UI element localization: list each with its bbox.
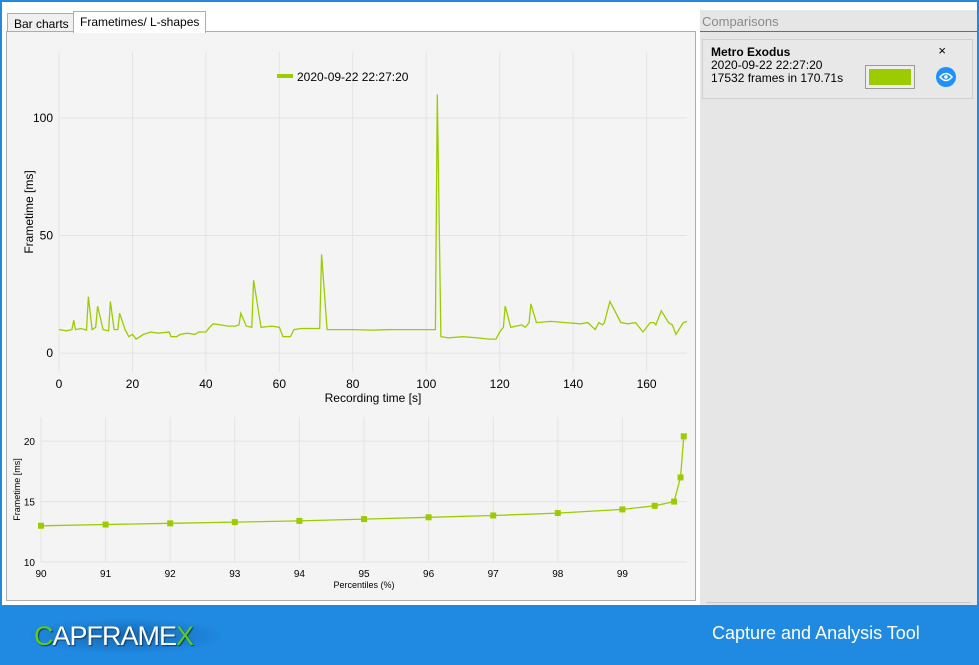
- x-tick-label: 140: [563, 377, 583, 391]
- eye-icon[interactable]: [936, 67, 956, 87]
- x-tick-label: 93: [229, 569, 241, 580]
- data-point: [619, 506, 626, 513]
- y-axis-label: Frametime [ms]: [12, 458, 22, 521]
- x-tick-label: 97: [488, 569, 500, 580]
- x-tick-label: 0: [56, 377, 63, 391]
- data-point: [425, 514, 432, 521]
- data-point: [167, 520, 174, 527]
- data-point: [554, 510, 561, 517]
- x-tick-label: 160: [637, 377, 657, 391]
- data-point: [651, 502, 658, 509]
- y-tick-label: 10: [24, 558, 36, 569]
- data-point: [296, 517, 303, 524]
- data-point: [671, 498, 678, 505]
- data-point: [361, 516, 367, 523]
- data-point: [490, 512, 497, 519]
- plot-area: [59, 52, 687, 372]
- legend-label: 2020-09-22 22:27:20: [297, 70, 409, 84]
- x-axis-label: Recording time [s]: [325, 391, 422, 405]
- tagline: Capture and Analysis Tool: [712, 623, 920, 643]
- legend-swatch: [277, 74, 293, 78]
- x-tick-label: 96: [423, 569, 435, 580]
- close-icon[interactable]: ×: [938, 43, 946, 58]
- x-tick-label: 120: [490, 377, 510, 391]
- comparison-item[interactable]: Metro Exodus 2020-09-22 22:27:20 17532 f…: [702, 39, 973, 99]
- x-axis-label: Percentiles (%): [333, 580, 394, 590]
- footer: CAPFRAMEX Capture and Analysis Tool: [0, 605, 979, 665]
- x-tick-label: 99: [617, 569, 629, 580]
- x-tick-label: 60: [273, 377, 287, 391]
- frame-count: 17532 frames in 170.71s: [711, 71, 844, 85]
- percentile-chart: 90 91 92 93 94 95 96 97 98 99 10 15 20 Percentiles (%…: [12, 417, 687, 590]
- x-tick-label: 95: [358, 569, 370, 580]
- x-tick-label: 91: [100, 569, 112, 580]
- comparisons-title: Comparisons: [700, 10, 977, 32]
- x-tick-label: 40: [199, 377, 213, 391]
- data-point: [231, 519, 238, 526]
- data-point: [102, 521, 109, 528]
- comparisons-panel: Comparisons Metro Exodus 2020-09-22 22:2…: [700, 10, 977, 605]
- tab-bar-charts[interactable]: Bar charts: [7, 13, 76, 32]
- y-tick-label: 50: [40, 229, 54, 243]
- data-point: [680, 433, 687, 440]
- y-axis-label: Frametime [ms]: [22, 170, 36, 253]
- y-tick-label: 100: [33, 111, 53, 125]
- divider: [706, 602, 971, 603]
- x-tick-label: 94: [294, 569, 306, 580]
- tab-frametimes-l-shapes[interactable]: Frametimes/ L-shapes: [73, 11, 207, 33]
- color-swatch: [869, 69, 911, 85]
- data-point: [677, 474, 684, 481]
- data-point: [38, 522, 44, 529]
- color-picker-button[interactable]: [865, 65, 915, 89]
- x-tick-label: 100: [416, 377, 436, 391]
- frametime-chart: 0 20 40 60 80 100 120 140 160050100Recording tim…: [22, 52, 688, 405]
- game-name: Metro Exodus: [711, 45, 791, 59]
- app-window: Bar charts Frametimes/ L-shapes 0 20 40 60 8…: [2, 2, 977, 605]
- y-tick-label: 0: [46, 346, 53, 360]
- x-tick-label: 98: [552, 569, 564, 580]
- x-tick-label: 90: [35, 569, 47, 580]
- chart-panel: 0 20 40 60 80 100 120 140 160 0 50 100 Recording tim…: [6, 31, 696, 601]
- x-tick-label: 80: [346, 377, 360, 391]
- capframex-logo: CAPFRAMEX: [30, 619, 220, 653]
- y-tick-label: 15: [24, 498, 36, 509]
- x-tick-label: 92: [165, 569, 177, 580]
- y-tick-label: 20: [24, 437, 36, 448]
- x-tick-label: 20: [126, 377, 140, 391]
